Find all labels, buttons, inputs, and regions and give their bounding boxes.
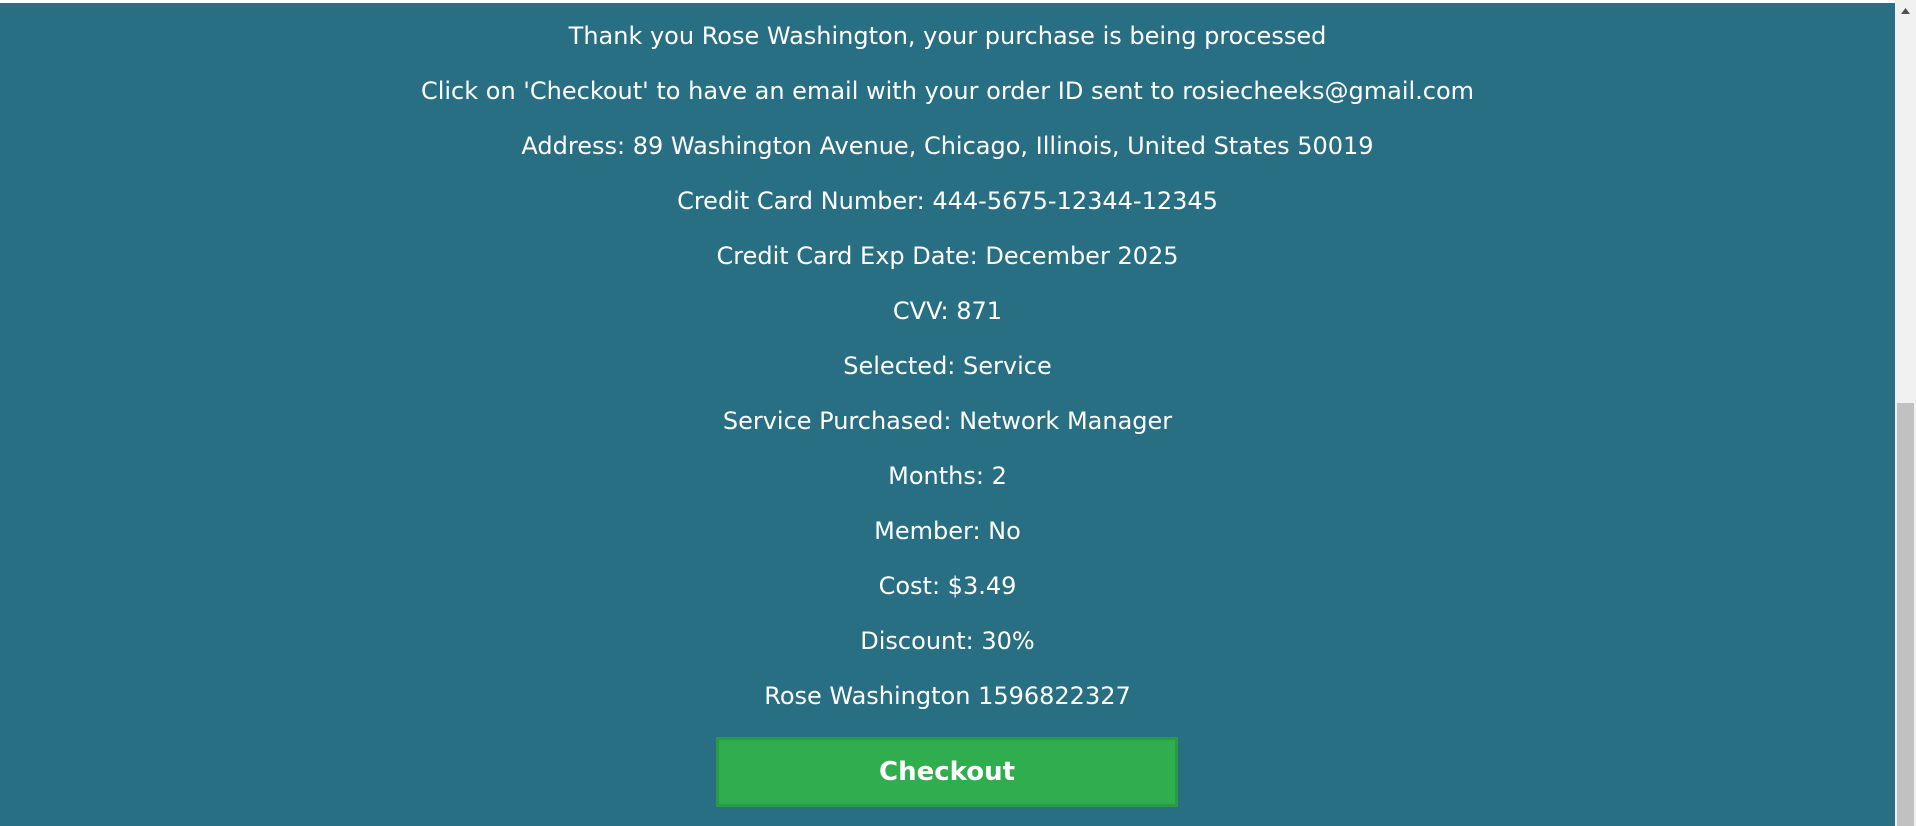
cost-line: Cost: $3.49 [878, 572, 1017, 600]
discount-line: Discount: 30% [860, 627, 1035, 655]
email-notice: Click on 'Checkout' to have an email wit… [420, 77, 1475, 105]
customer-line: Rose Washington 1596822327 [764, 682, 1131, 710]
checkout-button[interactable]: Checkout [716, 737, 1178, 807]
vertical-scrollbar[interactable] [1895, 0, 1916, 826]
order-confirmation-page: Thank you Rose Washington, your purchase… [0, 0, 1895, 826]
card-exp-line: Credit Card Exp Date: December 2025 [716, 242, 1179, 270]
selected-line: Selected: Service [843, 352, 1052, 380]
address-line: Address: 89 Washington Avenue, Chicago, … [521, 132, 1374, 160]
scroll-thumb[interactable] [1897, 403, 1914, 826]
months-line: Months: 2 [888, 462, 1007, 490]
service-line: Service Purchased: Network Manager [722, 407, 1173, 435]
cvv-line: CVV: 871 [892, 297, 1003, 325]
thank-you-message: Thank you Rose Washington, your purchase… [568, 22, 1327, 50]
scroll-up-arrow-icon[interactable] [1895, 0, 1916, 21]
member-line: Member: No [874, 517, 1021, 545]
card-number-line: Credit Card Number: 444-5675-12344-12345 [677, 187, 1218, 215]
